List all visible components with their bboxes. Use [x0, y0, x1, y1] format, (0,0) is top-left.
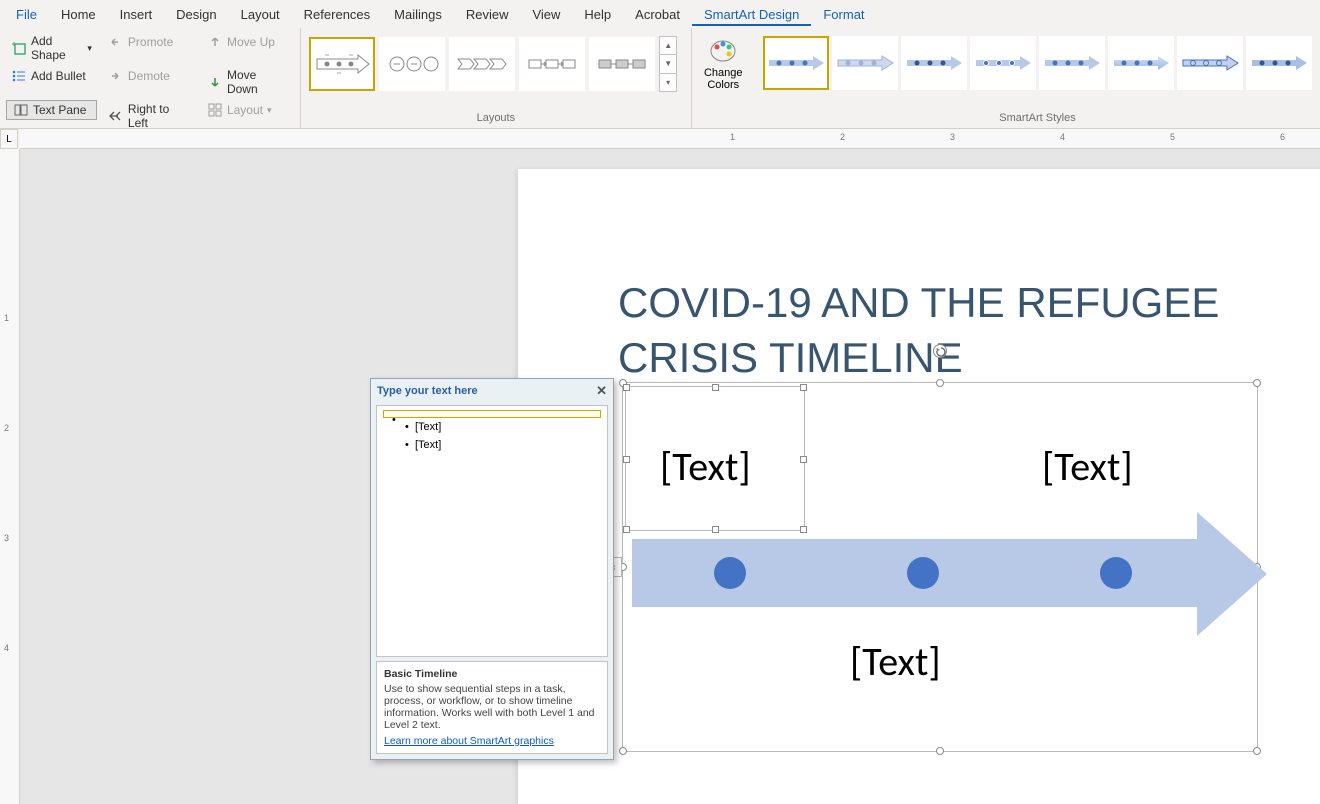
move-up-button: Move Up: [202, 32, 294, 52]
info-link[interactable]: Learn more about SmartArt graphics: [384, 735, 554, 747]
layout-tile-2[interactable]: [379, 37, 445, 91]
add-bullet-label: Add Bullet: [31, 69, 86, 83]
tab-insert[interactable]: Insert: [108, 3, 165, 26]
move-down-icon: [207, 74, 223, 90]
style-tile-1[interactable]: [763, 36, 829, 90]
tab-mailings[interactable]: Mailings: [382, 3, 454, 26]
text-item-3[interactable]: [Text]: [383, 436, 601, 454]
document-title[interactable]: COVID-19 AND THE REFUGEE CRISIS TIMELINE: [618, 276, 1268, 385]
move-down-label: Move Down: [227, 68, 289, 96]
document-page[interactable]: COVID-19 AND THE REFUGEE CRISIS TIMELINE: [518, 169, 1320, 804]
vruler-mark: 4: [4, 643, 9, 653]
layout-button: Layout: [202, 100, 294, 120]
style-tile-8[interactable]: [1246, 36, 1312, 90]
group-smartart-styles: SmartArt Styles: [755, 28, 1320, 128]
right-to-left-button[interactable]: Right to Left: [103, 100, 196, 132]
layouts-more[interactable]: ▲ ▼ ▾: [659, 36, 677, 92]
info-body: Use to show sequential steps in a task, …: [384, 683, 600, 731]
demote-label: Demote: [128, 69, 170, 83]
hruler-mark: 6: [1280, 132, 1285, 142]
style-tile-6[interactable]: [1108, 36, 1174, 90]
layouts-group-label: Layouts: [307, 110, 684, 128]
layouts-expand-icon[interactable]: ▾: [660, 74, 676, 91]
text-item-2[interactable]: [Text]: [383, 418, 601, 436]
styles-group-label: SmartArt Styles: [761, 110, 1314, 128]
text-pane-button[interactable]: Text Pane: [6, 100, 97, 120]
demote-button: Demote: [103, 66, 196, 86]
style-tile-3[interactable]: [901, 36, 967, 90]
tab-acrobat[interactable]: Acrobat: [623, 3, 692, 26]
vruler-mark: 2: [4, 423, 9, 433]
text-pane-icon: [13, 102, 29, 118]
text-pane-info: Basic Timeline Use to show sequential st…: [376, 661, 608, 754]
change-colors-label: Change Colors: [704, 67, 744, 91]
add-shape-label: Add Shape: [31, 34, 83, 62]
layout-tile-5[interactable]: [589, 37, 655, 91]
menu-bar: File Home Insert Design Layout Reference…: [0, 0, 1320, 28]
group-change-colors: Change Colors: [692, 28, 756, 128]
style-tile-5[interactable]: [1039, 36, 1105, 90]
text-item-1[interactable]: [383, 410, 601, 418]
tab-design[interactable]: Design: [164, 3, 228, 26]
text-pane-title-label: Type your text here: [377, 385, 478, 397]
group-create-graphic: Add Shape Promote Move Up Add Bullet: [0, 28, 301, 128]
layouts-up-icon[interactable]: ▲: [660, 37, 676, 55]
layout-tile-1[interactable]: [309, 37, 375, 91]
vruler-mark: 3: [4, 533, 9, 543]
tab-help[interactable]: Help: [572, 3, 623, 26]
hruler-mark: 4: [1060, 132, 1065, 142]
hruler-mark: 2: [840, 132, 845, 142]
ruler-corner: L: [0, 129, 18, 149]
change-colors-button[interactable]: Change Colors: [698, 32, 750, 91]
close-icon[interactable]: ✕: [596, 383, 607, 399]
add-bullet-icon: [11, 68, 27, 84]
move-down-button[interactable]: Move Down: [202, 66, 294, 98]
add-shape-button[interactable]: Add Shape: [6, 32, 97, 64]
move-up-label: Move Up: [227, 35, 275, 49]
promote-icon: [108, 34, 124, 50]
move-up-icon: [207, 34, 223, 50]
layout-tile-4[interactable]: [519, 37, 585, 91]
style-tile-2[interactable]: [832, 36, 898, 90]
vertical-ruler: 1 2 3 4: [0, 149, 20, 804]
layout-icon: [207, 102, 223, 118]
palette-icon: [708, 35, 738, 65]
hruler-mark: 1: [730, 132, 735, 142]
tab-home[interactable]: Home: [49, 3, 108, 26]
hruler-mark: 3: [950, 132, 955, 142]
info-title: Basic Timeline: [384, 668, 600, 680]
group-layouts: ▲ ▼ ▾ Layouts: [301, 28, 691, 128]
promote-button: Promote: [103, 32, 196, 52]
promote-label: Promote: [128, 35, 173, 49]
layout-dd-label: Layout: [227, 103, 263, 117]
tab-format[interactable]: Format: [811, 3, 876, 26]
text-pane-popup[interactable]: Type your text here ✕ [Text] [Text] Basi…: [370, 378, 614, 760]
ribbon: Add Shape Promote Move Up Add Bullet: [0, 28, 1320, 129]
hruler-mark: 5: [1170, 132, 1175, 142]
vruler-mark: 1: [4, 313, 9, 323]
horizontal-ruler: 1 2 3 4 5 6: [20, 129, 1320, 149]
demote-icon: [108, 68, 124, 84]
tab-references[interactable]: References: [292, 3, 382, 26]
right-to-left-label: Right to Left: [128, 102, 191, 130]
right-to-left-icon: [108, 108, 124, 124]
tab-smartart-design[interactable]: SmartArt Design: [692, 3, 811, 26]
style-tile-7[interactable]: [1177, 36, 1243, 90]
tab-review[interactable]: Review: [454, 3, 521, 26]
tab-file[interactable]: File: [4, 3, 49, 26]
add-bullet-button[interactable]: Add Bullet: [6, 66, 97, 86]
layout-tile-3[interactable]: [449, 37, 515, 91]
text-pane-label: Text Pane: [33, 103, 86, 117]
document-canvas[interactable]: COVID-19 AND THE REFUGEE CRISIS TIMELINE: [20, 149, 1320, 804]
add-shape-icon: [11, 40, 27, 56]
layouts-down-icon[interactable]: ▼: [660, 55, 676, 73]
style-tile-4[interactable]: [970, 36, 1036, 90]
tab-view[interactable]: View: [520, 3, 572, 26]
text-pane-list[interactable]: [Text] [Text]: [376, 405, 608, 657]
tab-layout[interactable]: Layout: [229, 3, 292, 26]
